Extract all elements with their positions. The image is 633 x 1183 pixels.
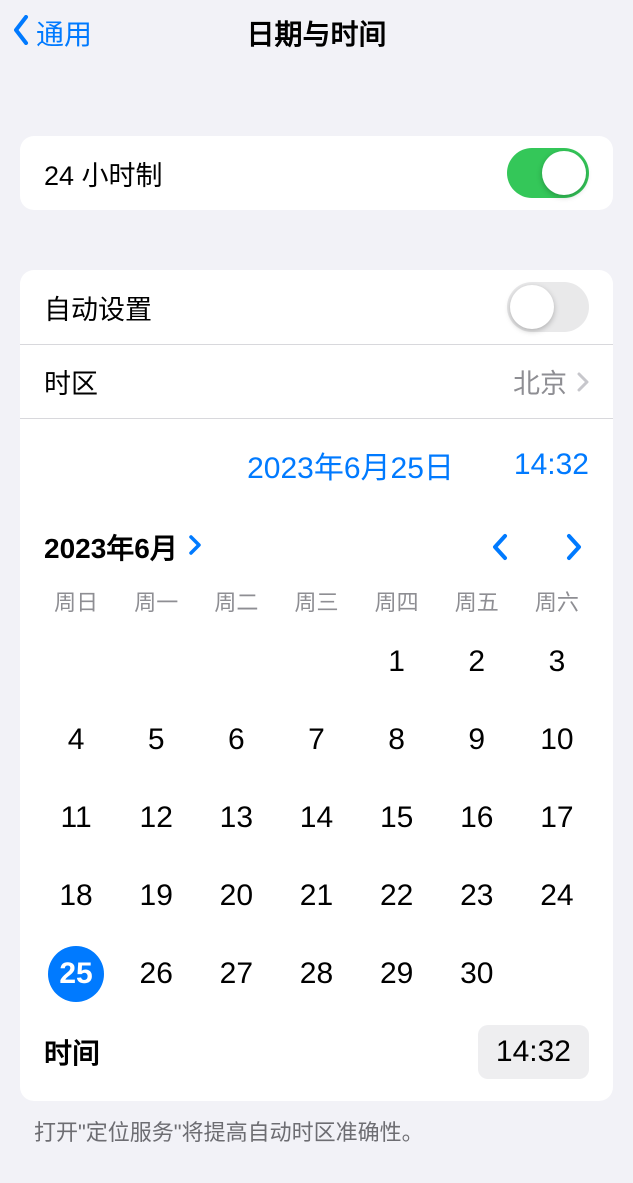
calendar-day[interactable]: 24 <box>517 857 597 935</box>
calendar-day[interactable]: 25 <box>36 935 116 1013</box>
calendar-day[interactable]: 29 <box>357 935 437 1013</box>
prev-month-button[interactable] <box>485 532 515 562</box>
calendar-day[interactable]: 12 <box>116 779 196 857</box>
weekday-header: 周五 <box>437 585 517 617</box>
auto-set-switch[interactable] <box>507 282 589 332</box>
auto-set-row: 自动设置 <box>20 270 613 344</box>
weekday-header: 周六 <box>517 585 597 617</box>
calendar-day[interactable]: 16 <box>437 779 517 857</box>
calendar-day[interactable]: 18 <box>36 857 116 935</box>
auto-set-label: 自动设置 <box>44 288 152 327</box>
calendar-day[interactable]: 14 <box>276 779 356 857</box>
chevron-left-icon <box>12 15 30 52</box>
calendar-day[interactable]: 28 <box>276 935 356 1013</box>
month-picker-button[interactable]: 2023年6月 <box>44 527 202 567</box>
chevron-right-icon <box>577 372 589 392</box>
datetime-display-row: 2023年6月25日 14:32 <box>20 418 613 505</box>
timezone-label: 时区 <box>44 362 98 401</box>
calendar-day[interactable]: 11 <box>36 779 116 857</box>
footer-note: 打开"定位服务"将提高自动时区准确性。 <box>34 1115 599 1147</box>
next-month-button[interactable] <box>559 532 589 562</box>
weekday-header: 周四 <box>357 585 437 617</box>
calendar-day[interactable]: 30 <box>437 935 517 1013</box>
month-title-text: 2023年6月 <box>44 527 178 567</box>
weekday-header: 周二 <box>196 585 276 617</box>
weekday-header: 周日 <box>36 585 116 617</box>
calendar-day[interactable]: 26 <box>116 935 196 1013</box>
calendar-day[interactable]: 4 <box>36 701 116 779</box>
weekday-header: 周三 <box>276 585 356 617</box>
clock-24h-switch[interactable] <box>507 148 589 198</box>
calendar-day[interactable]: 20 <box>196 857 276 935</box>
time-label: 时间 <box>44 1032 100 1072</box>
calendar-day[interactable]: 6 <box>196 701 276 779</box>
back-label: 通用 <box>36 13 92 53</box>
calendar-day[interactable]: 2 <box>437 623 517 701</box>
calendar-day[interactable]: 1 <box>357 623 437 701</box>
chevron-right-icon <box>178 531 202 563</box>
clock-24h-row: 24 小时制 <box>20 136 613 210</box>
calendar-day[interactable]: 9 <box>437 701 517 779</box>
calendar-day[interactable]: 15 <box>357 779 437 857</box>
calendar-day[interactable]: 7 <box>276 701 356 779</box>
calendar-day[interactable]: 17 <box>517 779 597 857</box>
calendar-day[interactable]: 8 <box>357 701 437 779</box>
calendar-day[interactable]: 27 <box>196 935 276 1013</box>
calendar-month-header: 2023年6月 <box>20 505 613 577</box>
page-title: 日期与时间 <box>0 13 633 53</box>
calendar-day[interactable]: 22 <box>357 857 437 935</box>
clock-24h-label: 24 小时制 <box>44 154 163 193</box>
calendar-day[interactable]: 19 <box>116 857 196 935</box>
calendar-day[interactable]: 21 <box>276 857 356 935</box>
calendar-day[interactable]: 10 <box>517 701 597 779</box>
calendar-day[interactable]: 3 <box>517 623 597 701</box>
calendar-day[interactable]: 5 <box>116 701 196 779</box>
selected-date-display[interactable]: 2023年6月25日 <box>247 443 454 487</box>
back-button[interactable]: 通用 <box>8 13 92 53</box>
timezone-value: 北京 <box>513 362 567 401</box>
time-row: 时间 14:32 <box>20 1019 613 1101</box>
time-chip[interactable]: 14:32 <box>478 1025 589 1079</box>
timezone-row[interactable]: 时区 北京 <box>20 344 613 418</box>
calendar-day[interactable]: 13 <box>196 779 276 857</box>
weekday-header: 周一 <box>116 585 196 617</box>
calendar-day[interactable]: 23 <box>437 857 517 935</box>
selected-time-display[interactable]: 14:32 <box>514 448 589 482</box>
